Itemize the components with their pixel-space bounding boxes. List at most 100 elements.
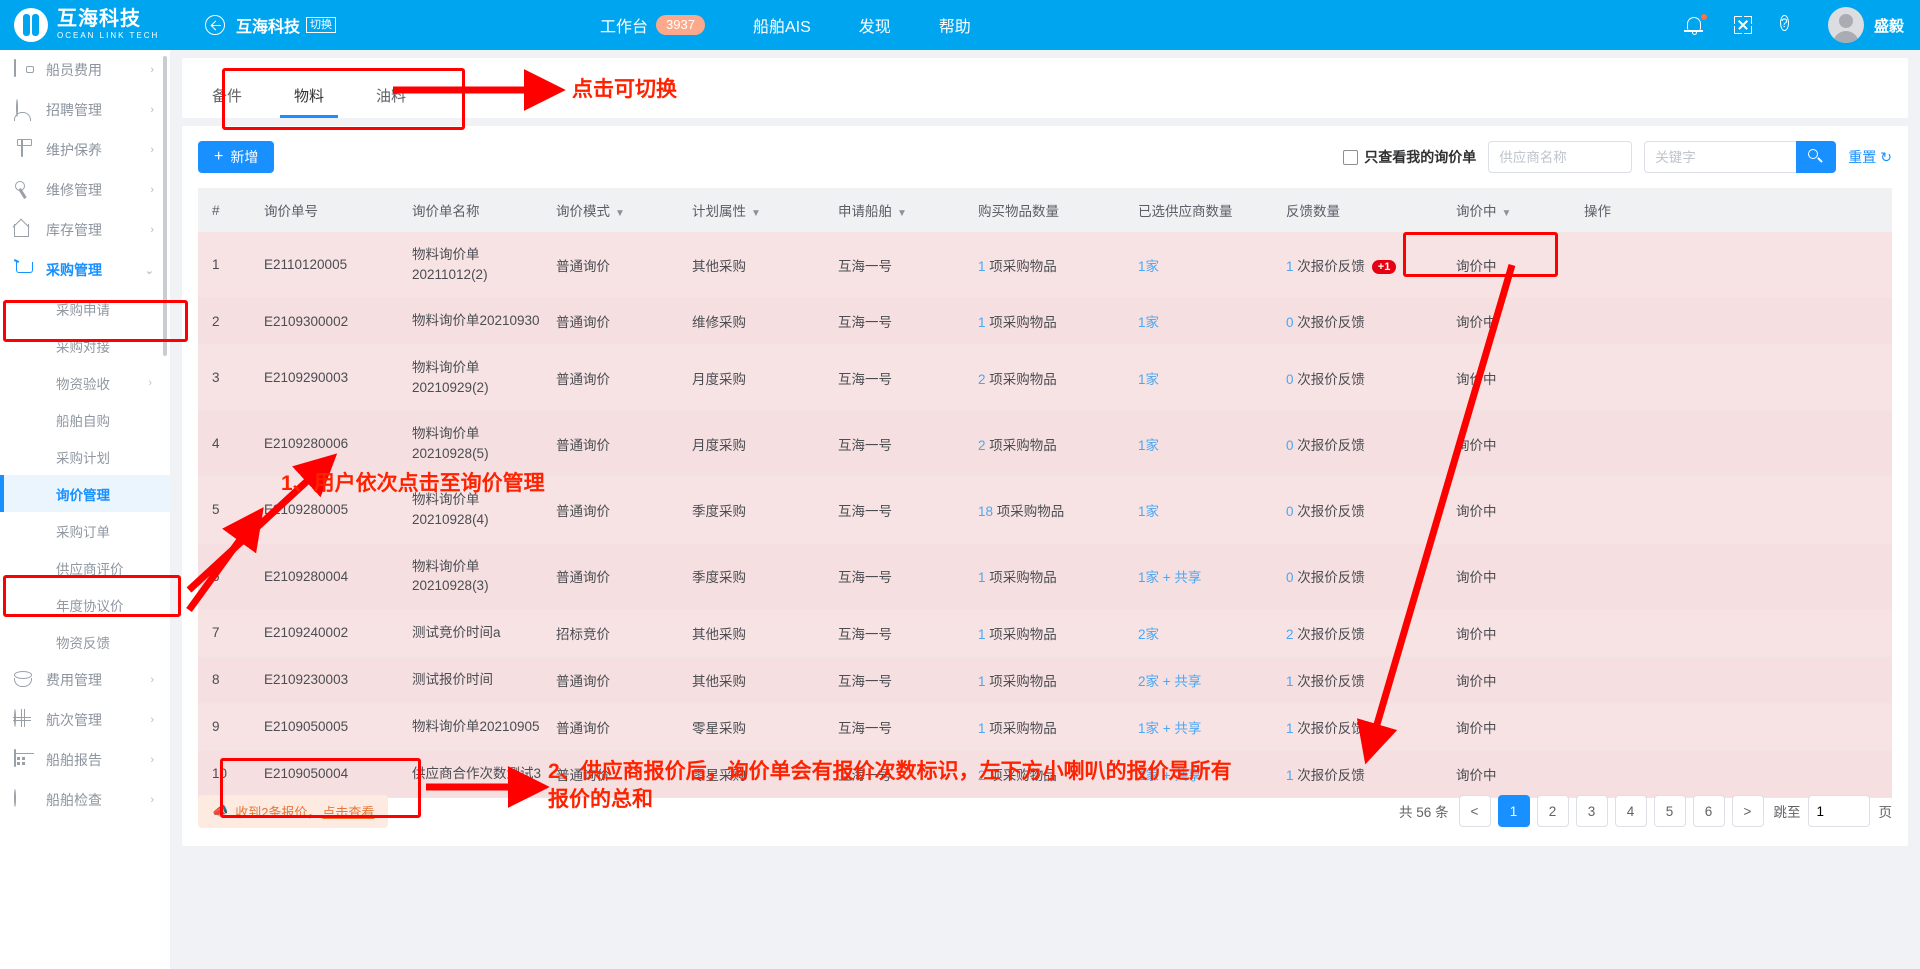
cell-feedback-count[interactable]: 2 次报价反馈 [1272, 609, 1442, 657]
cell-item-count[interactable]: 1 项采购物品 [964, 703, 1124, 751]
sidebar-item-cost-management[interactable]: 费用管理 › [0, 660, 170, 700]
cell-item-count[interactable]: 1 项采购物品 [964, 232, 1124, 299]
sidebar-item-inventory[interactable]: 库存管理 › [0, 210, 170, 250]
nav-item-ais[interactable]: 船舶AIS [753, 13, 811, 37]
col-request-ship[interactable]: 申请船舶 ▼ [824, 188, 964, 232]
sidebar-item-material-feedback[interactable]: 物资反馈 [0, 623, 170, 660]
sidebar-item-ship-self-purchase[interactable]: 船舶自购 [0, 401, 170, 438]
cell-item-count[interactable]: 2 项采购物品 [964, 344, 1124, 412]
nav-item-workbench[interactable]: 工作台 3937 [600, 13, 705, 37]
user-name[interactable]: 盛毅 [1874, 15, 1904, 36]
sidebar-item-annual-agreement-price[interactable]: 年度协议价 [0, 586, 170, 623]
sidebar-item-label: 船舶检查 [46, 792, 102, 808]
next-page-button[interactable]: > [1731, 795, 1764, 827]
table-row[interactable]: 5 E2109280005 物料询价单20210928(4) 普通询价 季度采购 互海一号… [198, 476, 1892, 544]
cell-supplier-count[interactable]: 1家 [1124, 297, 1272, 346]
fullscreen-button[interactable] [1732, 14, 1754, 36]
sidebar-item-ship-inspection[interactable]: 船舶检查 › [0, 780, 170, 820]
cell-item-count[interactable]: 2 项采购物品 [964, 410, 1124, 478]
table-row[interactable]: 3 E2109290003 物料询价单20210929(2) 普通询价 月度采购 互海一号… [198, 344, 1892, 412]
cell-feedback-count[interactable]: 0 次报价反馈 [1272, 476, 1442, 544]
page-button-6[interactable]: 6 [1692, 795, 1725, 827]
table-row[interactable]: 4 E2109280006 物料询价单20210928(5) 普通询价 月度采购 互海一号… [198, 410, 1892, 478]
company-switcher[interactable]: 互海科技 切换 [205, 13, 337, 37]
sidebar-item-purchase-docking[interactable]: 采购对接 [0, 327, 170, 364]
only-my-inquiries-checkbox[interactable]: 只查看我的询价单 [1343, 147, 1476, 167]
cell-item-count[interactable]: 1 项采购物品 [964, 543, 1124, 610]
sidebar-item-inquiry-management[interactable]: 询价管理 [0, 475, 170, 512]
table-row[interactable]: 2 E2109300002 物料询价单20210930 普通询价 维修采购 互海一号 1 项… [198, 297, 1892, 346]
sidebar-item-goods-acceptance[interactable]: 物资验收 › [0, 364, 170, 401]
cell-feedback-count[interactable]: 0 次报价反馈 [1272, 410, 1442, 478]
cell-feedback-count[interactable]: 0 次报价反馈 [1272, 297, 1442, 346]
reset-button[interactable]: 重置 ↻ [1848, 147, 1892, 167]
prev-page-button[interactable]: < [1458, 795, 1491, 827]
sidebar-item-label: 船员费用 [46, 62, 102, 78]
cell-supplier-count[interactable]: 1家 [1124, 344, 1272, 412]
supplier-name-input[interactable] [1488, 141, 1633, 173]
notifications-button[interactable] [1684, 14, 1707, 36]
table-row[interactable]: 6 E2109280004 物料询价单20210928(3) 普通询价 季度采购 互海一号… [198, 543, 1892, 610]
sidebar-scrollbar[interactable] [163, 56, 167, 356]
page-button-4[interactable]: 4 [1614, 795, 1647, 827]
table-row[interactable]: 8 E2109230003 测试报价时间 普通询价 其他采购 互海一号 1 项采购物品 2家 … [198, 656, 1892, 704]
table-row[interactable]: 9 E2109050005 物料询价单20210905 普通询价 零星采购 互海一号 1 项… [198, 703, 1892, 751]
add-button[interactable]: + 新增 [198, 141, 275, 173]
cell-supplier-count[interactable]: 1家 [1124, 410, 1272, 478]
nav-item-discover[interactable]: 发现 [859, 13, 891, 37]
search-button[interactable] [1796, 141, 1837, 173]
col-inquiry-mode[interactable]: 询价模式 ▼ [542, 188, 678, 232]
notice-link[interactable]: 点击查看 [322, 802, 374, 821]
cell-feedback-count[interactable]: 1 次报价反馈 +1 [1272, 232, 1442, 299]
tab-spare-parts[interactable]: 备件 [206, 85, 248, 118]
switch-company-button[interactable]: 切换 [306, 16, 337, 34]
cell-supplier-count[interactable]: 1家 [1124, 476, 1272, 544]
keyword-input[interactable] [1644, 141, 1797, 173]
page-button-5[interactable]: 5 [1653, 795, 1686, 827]
sidebar-item-purchase-request[interactable]: 采购申请 [0, 290, 170, 327]
table-row[interactable]: 7 E2109240002 测试竞价时间a 招标竞价 其他采购 互海一号 1 项采购物品 2家… [198, 609, 1892, 657]
tab-fuel[interactable]: 油料 [370, 85, 412, 118]
sidebar-item-supplier-evaluation[interactable]: 供应商评价 [0, 549, 170, 586]
logo-title-cn: 互海科技 [57, 8, 141, 31]
page-button-2[interactable]: 2 [1536, 795, 1569, 827]
nav-item-help[interactable]: 帮助 [939, 13, 971, 37]
table-row[interactable]: 1 E2110120005 物料询价单20211012(2) 普通询价 其他采购 互海一号… [198, 232, 1892, 299]
cell-feedback-count[interactable]: 0 次报价反馈 [1272, 344, 1442, 412]
page-button-3[interactable]: 3 [1575, 795, 1608, 827]
feedback-count-value: 0 [1286, 437, 1294, 453]
cell-item-count[interactable]: 1 项采购物品 [964, 656, 1124, 704]
cell-item-count[interactable]: 1 项采购物品 [964, 297, 1124, 346]
cell-supplier-count[interactable]: 1家 + 共享 [1124, 703, 1272, 751]
cell-supplier-count[interactable]: 1家 [1124, 232, 1272, 299]
sidebar-item-crew-cost[interactable]: 船员费用 › [0, 50, 170, 90]
jump-page-input[interactable] [1807, 795, 1870, 827]
page-button-1[interactable]: 1 [1497, 795, 1530, 827]
col-plan-attribute[interactable]: 计划属性 ▼ [678, 188, 824, 232]
cell-feedback-count[interactable]: 1 次报价反馈 [1272, 656, 1442, 704]
sidebar-item-maintenance[interactable]: 维护保养 › [0, 130, 170, 170]
sidebar-item-repair[interactable]: 维修管理 › [0, 170, 170, 210]
cell-operation [1570, 297, 1892, 346]
cell-item-count[interactable]: 1 项采购物品 [964, 609, 1124, 657]
avatar[interactable] [1827, 7, 1864, 43]
cell-supplier-count[interactable]: 2家 [1124, 609, 1272, 657]
cell-feedback-count[interactable]: 0 次报价反馈 [1272, 543, 1442, 610]
sidebar-item-ship-report[interactable]: 船舶报告 › [0, 740, 170, 780]
sidebar-item-recruitment[interactable]: 招聘管理 › [0, 90, 170, 130]
sidebar-item-purchasing[interactable]: 采购管理 ⌄ [0, 250, 170, 290]
help-button[interactable]: ? [1779, 14, 1802, 36]
add-button-label: 新增 [230, 149, 259, 165]
brand-logo[interactable]: 互海科技 OCEAN LINK TECH [0, 8, 200, 42]
sidebar-item-purchase-order[interactable]: 采购订单 [0, 512, 170, 549]
cell-supplier-count[interactable]: 2家 + 共享 [1124, 656, 1272, 704]
cell-feedback-count[interactable]: 1 次报价反馈 [1272, 703, 1442, 751]
tab-materials[interactable]: 物料 [280, 85, 339, 118]
quote-notice[interactable]: 📣 收到2条报价， 点击查看 [198, 794, 389, 828]
sidebar-item-voyage-management[interactable]: 航次管理 › [0, 700, 170, 740]
sidebar-item-purchase-plan[interactable]: 采购计划 [0, 438, 170, 475]
cell-supplier-count[interactable]: 1家 + 共享 [1124, 543, 1272, 610]
back-arrow-icon[interactable] [205, 15, 225, 35]
col-status[interactable]: 询价中 ▼ [1442, 188, 1570, 232]
cell-item-count[interactable]: 18 项采购物品 [964, 476, 1124, 544]
